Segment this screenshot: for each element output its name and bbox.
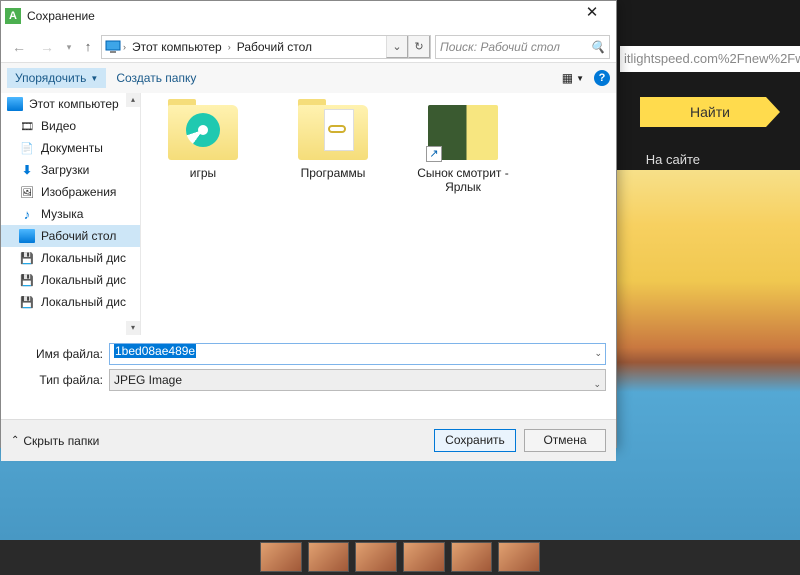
- refresh-button[interactable]: ↻: [408, 35, 430, 58]
- folder-item[interactable]: игры: [153, 105, 253, 180]
- thumb[interactable]: [451, 542, 493, 572]
- sidebar-item-label: Локальный дис: [41, 251, 126, 265]
- new-folder-button[interactable]: Создать папку: [116, 71, 196, 85]
- cancel-button[interactable]: Отмена: [524, 429, 606, 452]
- desktop-icon: [19, 229, 35, 243]
- drive-icon: [19, 273, 35, 287]
- thumbnail-strip: [0, 540, 800, 575]
- close-button[interactable]: ✕: [572, 2, 612, 30]
- filename-input[interactable]: 1bed08ae489e ⌄: [109, 343, 606, 365]
- search-icon: 🔍: [590, 40, 605, 54]
- history-dropdown[interactable]: ⌄: [386, 35, 408, 58]
- search-input[interactable]: Поиск: Рабочий стол 🔍: [435, 35, 610, 59]
- navbar: ← → ▾ ↑ › Этот компьютер › Рабочий стол …: [1, 31, 616, 63]
- browser-url-fragment: itlightspeed.com%2Fnew%2Fw: [620, 46, 800, 72]
- chevron-down-icon: ▼: [90, 74, 98, 83]
- dialog-footer: ⌃ Скрыть папки Сохранить Отмена: [1, 419, 616, 461]
- organize-button[interactable]: Упорядочить▼: [7, 68, 106, 88]
- titlebar: A Сохранение ✕: [1, 1, 616, 31]
- dialog-title: Сохранение: [27, 9, 572, 23]
- toolbar: Упорядочить▼ Создать папку ▦▼ ?: [1, 63, 616, 93]
- thumb[interactable]: [403, 542, 445, 572]
- thumb[interactable]: [498, 542, 540, 572]
- folder-label: Программы: [283, 166, 383, 180]
- sidebar-item-label: Рабочий стол: [41, 229, 116, 243]
- sidebar-item-label: Локальный дис: [41, 273, 126, 287]
- sidebar-item-label: Загрузки: [41, 163, 89, 177]
- chevron-down-icon[interactable]: ⌄: [594, 348, 602, 359]
- app-icon: A: [5, 8, 21, 24]
- filename-label: Имя файла:: [11, 347, 109, 361]
- drive-icon: [19, 251, 35, 265]
- shortcut-item[interactable]: ↗ Сынок смотрит - Ярлык: [413, 105, 513, 194]
- scroll-down-button[interactable]: ▾: [126, 321, 140, 335]
- breadcrumb-segment[interactable]: Этот компьютер: [128, 40, 226, 54]
- chevron-icon: ›: [121, 42, 128, 52]
- music-icon: [19, 207, 35, 221]
- breadcrumb-segment[interactable]: Рабочий стол: [233, 40, 316, 54]
- sidebar-item-pictures[interactable]: Изображения: [1, 181, 140, 203]
- documents-icon: [19, 141, 35, 155]
- thumb[interactable]: [308, 542, 350, 572]
- save-button[interactable]: Сохранить: [434, 429, 516, 452]
- video-icon: [19, 119, 35, 133]
- sidebar-item-drive[interactable]: Локальный дис: [1, 247, 140, 269]
- filename-value: 1bed08ae489e: [114, 344, 196, 358]
- filetype-value: JPEG Image: [114, 373, 182, 387]
- sidebar-item-documents[interactable]: Документы: [1, 137, 140, 159]
- sidebar-item-label: Этот компьютер: [29, 97, 119, 111]
- sidebar-item-label: Документы: [41, 141, 103, 155]
- sidebar-item-videos[interactable]: Видео: [1, 115, 140, 137]
- fields-area: Имя файла: 1bed08ae489e ⌄ Тип файла: JPE…: [1, 335, 616, 399]
- sidebar-item-drive[interactable]: Локальный дис: [1, 291, 140, 313]
- sidebar: ▴ Этот компьютер Видео Документы Загрузк…: [1, 93, 141, 335]
- folder-icon: [168, 105, 238, 160]
- up-button[interactable]: ↑: [79, 39, 97, 54]
- sidebar-item-music[interactable]: Музыка: [1, 203, 140, 225]
- sidebar-item-drive[interactable]: Локальный дис: [1, 269, 140, 291]
- back-button[interactable]: ←: [7, 35, 31, 59]
- scroll-up-button[interactable]: ▴: [126, 93, 140, 107]
- folder-item[interactable]: Программы: [283, 105, 383, 180]
- folder-icon: [298, 105, 368, 160]
- folder-label: игры: [153, 166, 253, 180]
- sidebar-item-this-pc[interactable]: Этот компьютер: [1, 93, 140, 115]
- forward-button[interactable]: →: [35, 35, 59, 59]
- find-button[interactable]: Найти: [640, 97, 780, 127]
- thumb[interactable]: [355, 542, 397, 572]
- thumb[interactable]: [260, 542, 302, 572]
- sidebar-item-downloads[interactable]: Загрузки: [1, 159, 140, 181]
- chevron-down-icon: ▼: [576, 74, 584, 83]
- sidebar-item-desktop[interactable]: Рабочий стол: [1, 225, 140, 247]
- hide-folders-toggle[interactable]: ⌃ Скрыть папки: [11, 434, 99, 448]
- pc-icon: [105, 40, 121, 54]
- sidebar-item-label: Изображения: [41, 185, 116, 199]
- breadcrumb[interactable]: › Этот компьютер › Рабочий стол ⌄ ↻: [101, 35, 431, 59]
- file-area[interactable]: игры Программы ↗ Сынок смотрит - Ярлык: [141, 93, 616, 335]
- site-label: На сайте: [646, 152, 700, 167]
- drive-icon: [19, 295, 35, 309]
- view-mode-button[interactable]: ▦▼: [562, 71, 584, 85]
- chevron-down-icon: ⌄: [593, 374, 601, 394]
- sidebar-item-label: Локальный дис: [41, 295, 126, 309]
- save-dialog: A Сохранение ✕ ← → ▾ ↑ › Этот компьютер …: [0, 0, 617, 448]
- help-button[interactable]: ?: [594, 70, 610, 86]
- shortcut-icon: ↗: [428, 105, 498, 160]
- shortcut-arrow-icon: ↗: [426, 146, 442, 162]
- chevron-up-icon: ⌃: [11, 435, 19, 446]
- download-icon: [19, 163, 35, 177]
- sidebar-item-label: Музыка: [41, 207, 83, 221]
- search-placeholder: Поиск: Рабочий стол: [440, 40, 590, 54]
- grid-icon: ▦: [562, 71, 573, 85]
- recent-dropdown[interactable]: ▾: [63, 35, 75, 59]
- pc-icon: [7, 97, 23, 111]
- pictures-icon: [19, 185, 35, 199]
- sidebar-item-label: Видео: [41, 119, 76, 133]
- folder-label: Сынок смотрит - Ярлык: [413, 166, 513, 194]
- chevron-icon: ›: [226, 42, 233, 52]
- filetype-select[interactable]: JPEG Image ⌄: [109, 369, 606, 391]
- filetype-label: Тип файла:: [11, 373, 109, 387]
